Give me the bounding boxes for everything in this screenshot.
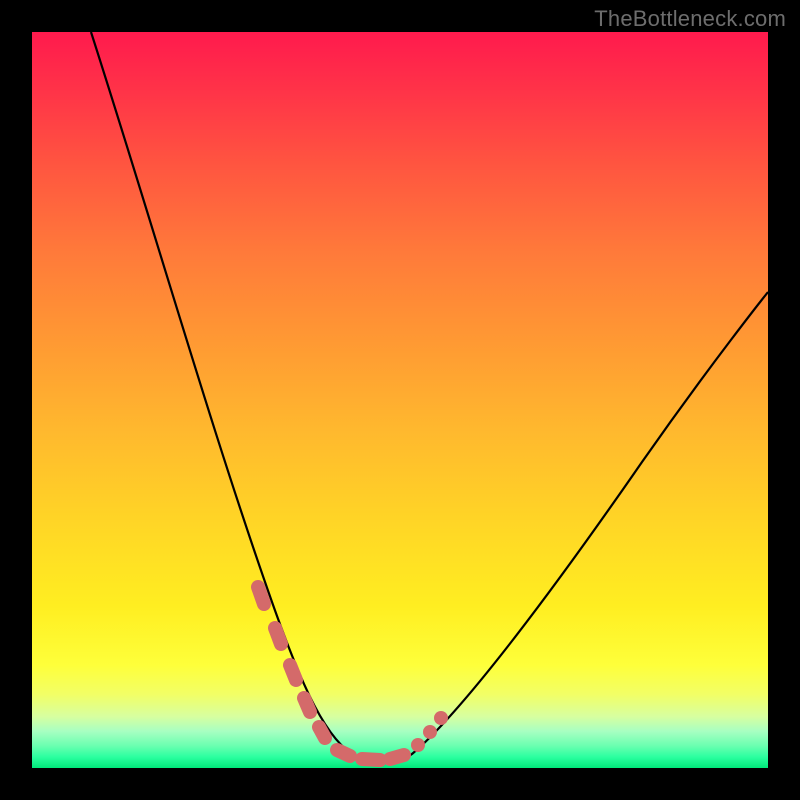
chart-svg	[32, 32, 768, 768]
chart-frame: TheBottleneck.com	[0, 0, 800, 800]
bottleneck-curve	[91, 32, 768, 763]
watermark-text: TheBottleneck.com	[594, 6, 786, 32]
highlight-markers	[258, 587, 448, 760]
plot-area	[32, 32, 768, 768]
